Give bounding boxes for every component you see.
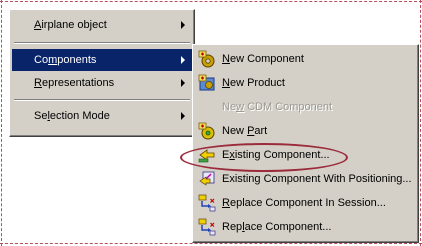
menu-item-label: Airplane object	[34, 19, 107, 31]
submenu-item-replace-component-in-session[interactable]: Replace Component In Session...	[195, 191, 416, 215]
submenu-item-existing-component-with-positioning[interactable]: Existing Component With Positioning...	[195, 167, 416, 191]
submenu-item-label: New Component	[222, 53, 304, 65]
menu-separator	[14, 99, 190, 101]
menu-item-components[interactable]: Components	[12, 49, 192, 71]
submenu-item-replace-component[interactable]: Replace Component...	[195, 215, 416, 239]
submenu-item-new-part[interactable]: New Part	[195, 119, 416, 143]
menu-separator	[14, 42, 190, 44]
menu-item-representations[interactable]: Representations	[12, 72, 192, 94]
menu-item-label: Selection Mode	[34, 110, 110, 122]
existing-component-icon	[198, 149, 215, 163]
screenshot-stage: Airplane object Components Representatio…	[0, 0, 422, 246]
replace-component-icon	[198, 218, 216, 236]
menu-item-label: Representations	[34, 77, 115, 89]
menu-item-label: Components	[34, 54, 97, 66]
new-part-icon	[198, 122, 215, 140]
submenu-arrow-icon	[181, 79, 185, 87]
submenu-item-label: Replace Component...	[222, 221, 332, 233]
new-product-icon	[198, 74, 215, 91]
submenu-item-label: New CDM Component	[222, 101, 333, 113]
submenu-item-new-cdm-component[interactable]: New CDM Component	[195, 95, 416, 119]
submenu-arrow-icon	[181, 21, 185, 29]
menu-item-airplane-object[interactable]: Airplane object	[12, 14, 192, 36]
menu-item-selection-mode[interactable]: Selection Mode	[12, 105, 192, 127]
components-submenu: New Component New Product New CDM Compon…	[192, 44, 419, 243]
submenu-item-label: Replace Component In Session...	[222, 197, 386, 209]
submenu-item-new-product[interactable]: New Product	[195, 71, 416, 95]
replace-component-in-session-icon	[198, 194, 216, 212]
submenu-item-label: Existing Component...	[222, 149, 330, 161]
submenu-arrow-icon	[181, 56, 185, 64]
new-component-icon	[198, 50, 215, 68]
context-menu: Airplane object Components Representatio…	[9, 9, 195, 137]
submenu-item-new-component[interactable]: New Component	[195, 47, 416, 71]
existing-component-positioning-icon	[199, 171, 215, 186]
submenu-item-label: Existing Component With Positioning...	[222, 173, 412, 185]
submenu-item-label: New Product	[222, 77, 285, 89]
submenu-item-label: New Part	[222, 125, 268, 137]
submenu-arrow-icon	[181, 112, 185, 120]
submenu-item-existing-component[interactable]: Existing Component...	[195, 143, 416, 167]
